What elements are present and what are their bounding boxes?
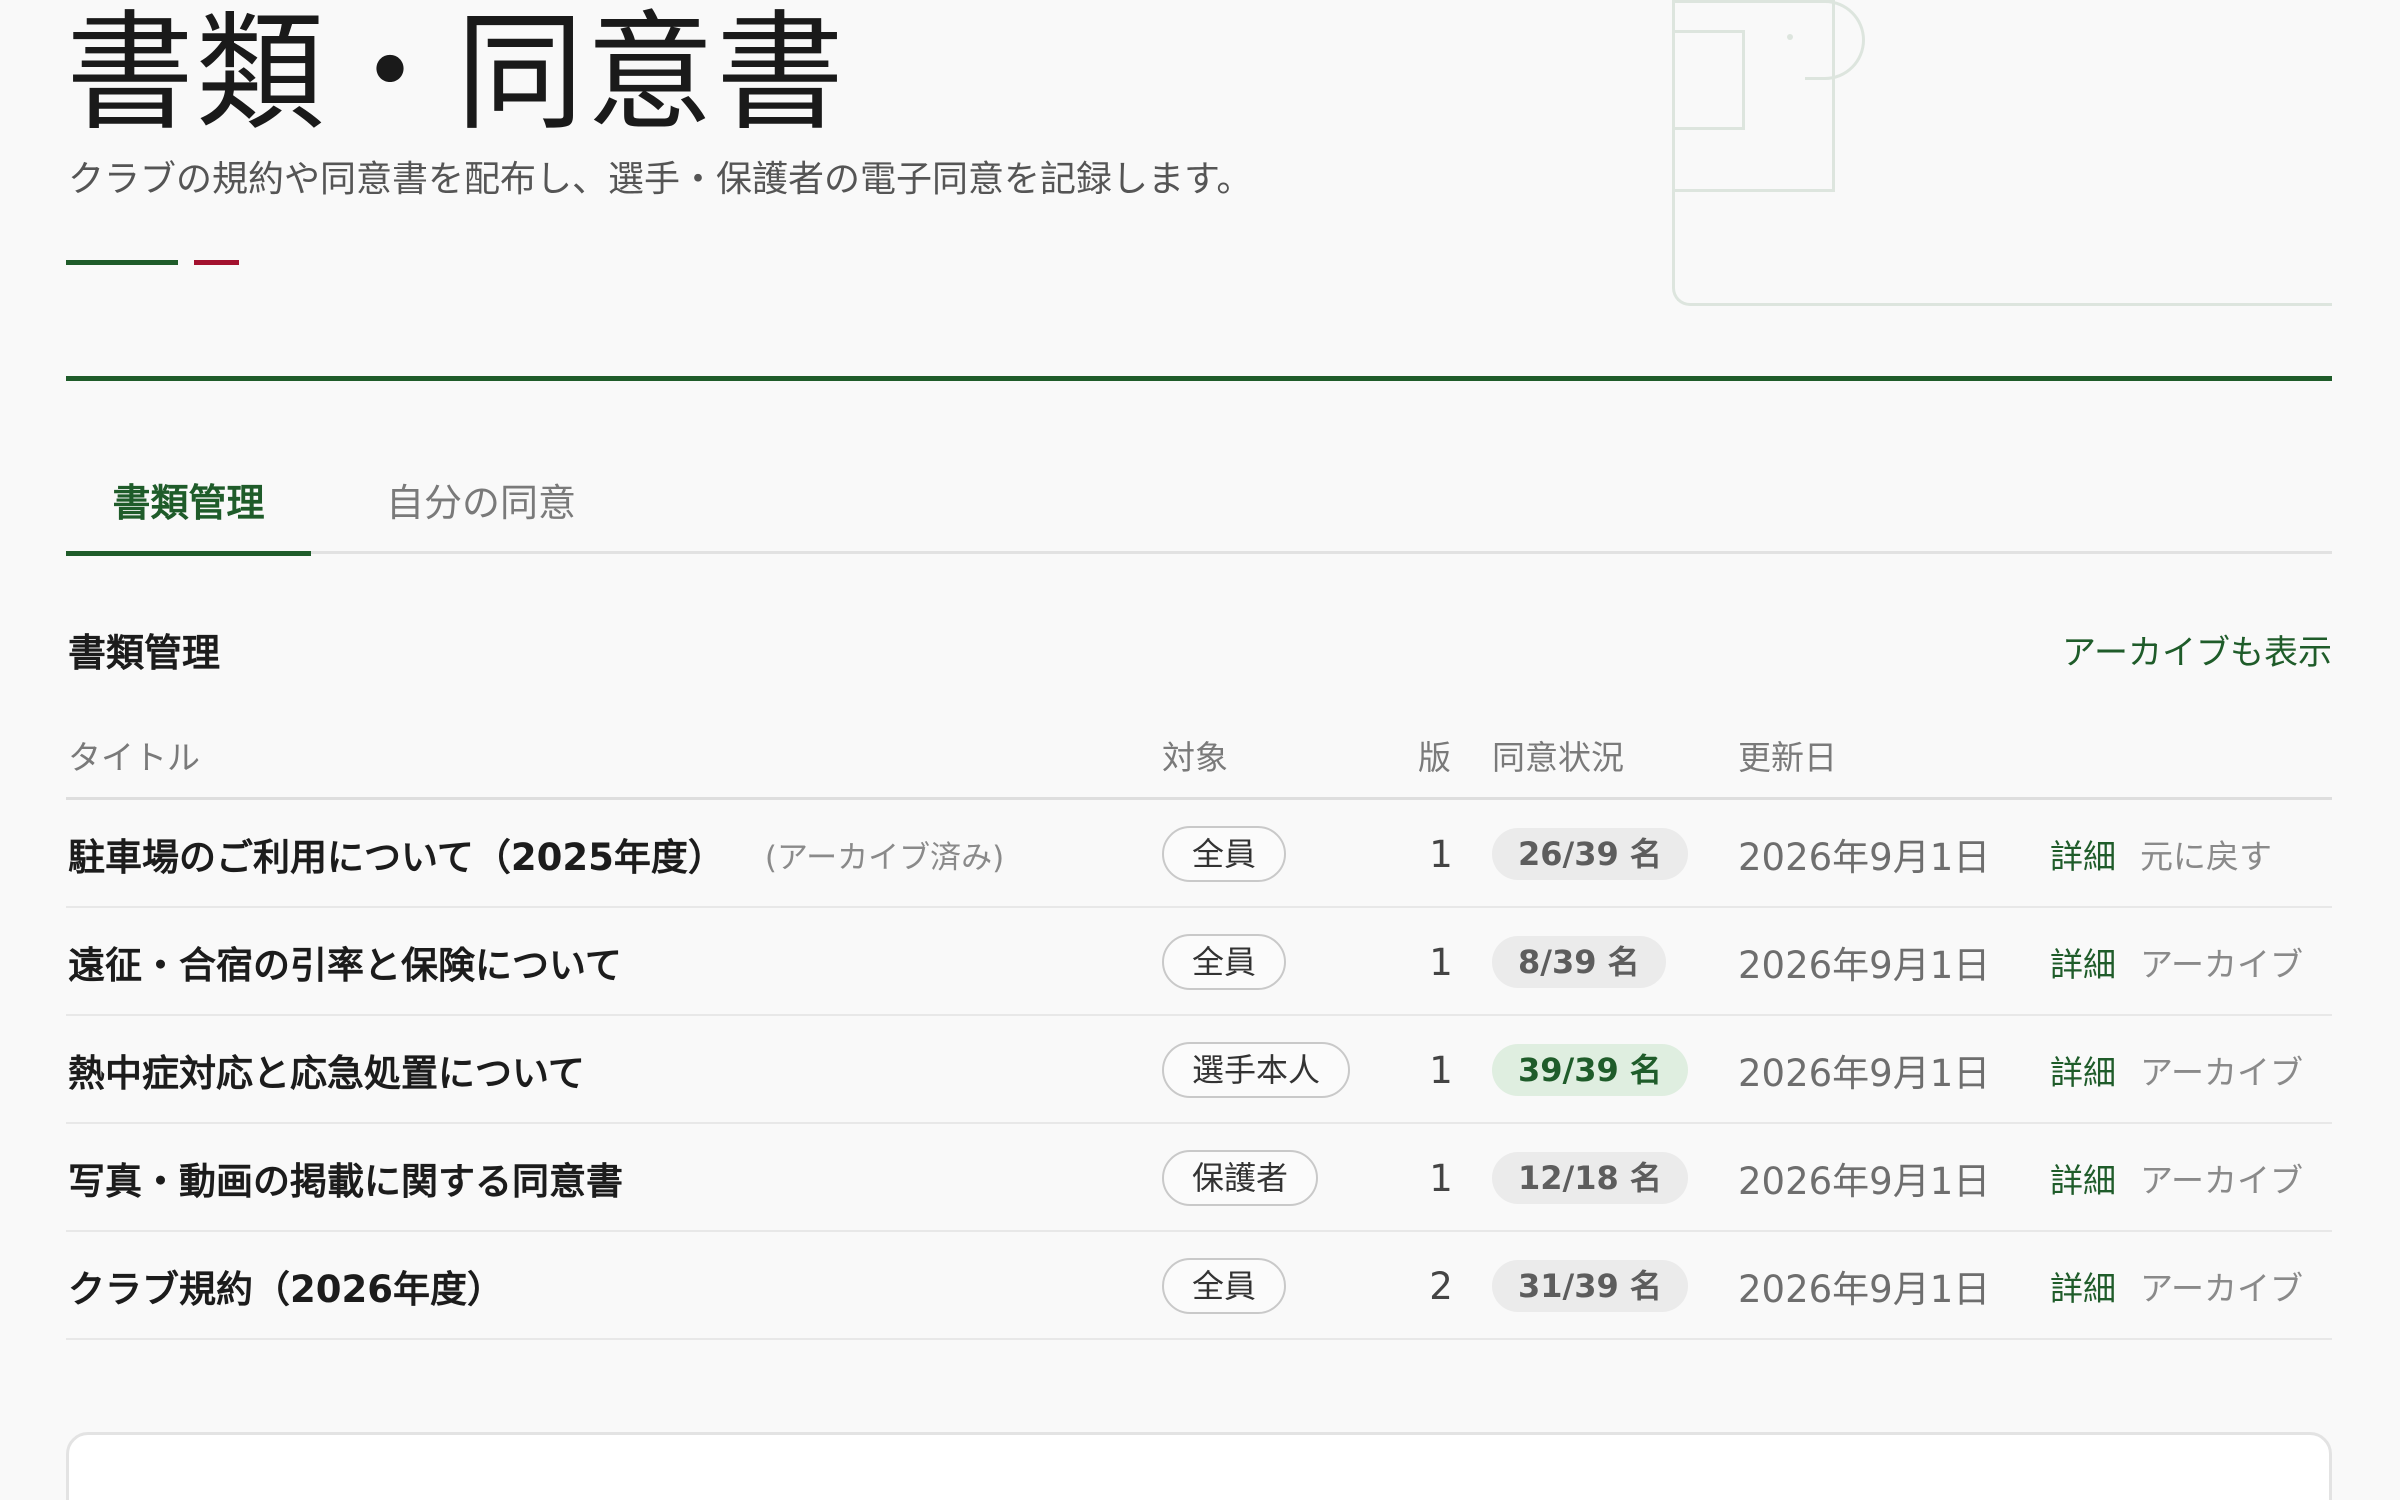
document-title[interactable]: 駐車場のご利用について（2025年度）	[68, 827, 725, 881]
consent-status-badge: 12/18 名	[1492, 1152, 1688, 1204]
detail-link[interactable]: 詳細	[2050, 1232, 2116, 1340]
target-cell: 全員	[1162, 908, 1287, 1016]
tab-document-management[interactable]: 書類管理	[66, 470, 311, 556]
target-badge: 選手本人	[1162, 1042, 1351, 1098]
tab-my-consents[interactable]: 自分の同意	[366, 470, 596, 554]
status-cell: 31/39 名	[1492, 1232, 1688, 1340]
status-cell: 8/39 名	[1492, 908, 1666, 1016]
version-cell: 1	[1429, 1156, 1453, 1200]
document-title-cell: クラブ規約（2026年度）	[68, 1232, 504, 1340]
consent-status-badge: 31/39 名	[1492, 1260, 1688, 1312]
table-row: 写真・動画の掲載に関する同意書 保護者 1 12/18 名 2026年9月1日 …	[66, 1124, 2332, 1232]
document-title-cell: 遠征・合宿の引率と保険について	[68, 908, 622, 1016]
document-title-cell: 熱中症対応と応急処置について	[68, 1016, 585, 1124]
detail-link[interactable]: 詳細	[2050, 1016, 2116, 1124]
column-header-consent-status: 同意状況	[1492, 738, 1624, 777]
updated-date: 2026年9月1日	[1738, 1052, 1991, 1095]
accent-bar-green	[66, 260, 178, 265]
pitch-outline-decoration	[1672, 0, 2332, 306]
version-cell: 1	[1429, 1048, 1453, 1092]
page-title: 書類・同意書	[66, 0, 847, 148]
detail-link[interactable]: 詳細	[2050, 908, 2116, 1016]
table-header: タイトル 対象 版 同意状況 更新日	[66, 728, 2332, 800]
bottom-card	[66, 1432, 2332, 1500]
documents-table: タイトル 対象 版 同意状況 更新日 駐車場のご利用について（2025年度） (…	[66, 728, 2332, 1340]
column-header-title: タイトル	[68, 738, 200, 777]
penalty-arc-decoration	[1805, 0, 1865, 80]
document-title[interactable]: 遠征・合宿の引率と保険について	[68, 935, 622, 989]
table-row: 駐車場のご利用について（2025年度） (アーカイブ済み) 全員 1 26/39…	[66, 800, 2332, 908]
tab-bar: 書類管理 自分の同意	[66, 470, 2332, 556]
consent-status-badge: 8/39 名	[1492, 936, 1666, 988]
target-cell: 全員	[1162, 800, 1287, 908]
document-title-cell: 写真・動画の掲載に関する同意書	[68, 1124, 623, 1232]
target-badge: 保護者	[1162, 1150, 1319, 1206]
status-cell: 26/39 名	[1492, 800, 1688, 908]
consent-status-badge: 26/39 名	[1492, 828, 1688, 880]
archive-link[interactable]: アーカイブ	[2140, 1016, 2303, 1124]
updated-date: 2026年9月1日	[1738, 836, 1991, 879]
version-cell: 1	[1429, 832, 1453, 876]
document-title-cell: 駐車場のご利用について（2025年度） (アーカイブ済み)	[68, 800, 1004, 908]
column-header-target: 対象	[1162, 738, 1228, 777]
goal-box-decoration	[1675, 30, 1745, 130]
column-header-updated: 更新日	[1738, 738, 1837, 777]
archive-link[interactable]: アーカイブ	[2140, 1232, 2303, 1340]
version-cell: 2	[1429, 1264, 1453, 1308]
detail-link[interactable]: 詳細	[2050, 1124, 2116, 1232]
target-cell: 選手本人	[1162, 1016, 1351, 1124]
accent-bar-red	[194, 260, 239, 265]
updated-date: 2026年9月1日	[1738, 1268, 1991, 1311]
penalty-spot-decoration	[1787, 34, 1793, 40]
table-row: 遠征・合宿の引率と保険について 全員 1 8/39 名 2026年9月1日 詳細…	[66, 908, 2332, 1016]
restore-link[interactable]: 元に戻す	[2140, 800, 2272, 908]
status-cell: 12/18 名	[1492, 1124, 1688, 1232]
column-header-version: 版	[1418, 738, 1451, 777]
header-divider	[66, 376, 2332, 381]
target-badge: 全員	[1162, 934, 1287, 990]
document-title[interactable]: 写真・動画の掲載に関する同意書	[68, 1151, 623, 1205]
target-badge: 全員	[1162, 826, 1287, 882]
table-row: クラブ規約（2026年度） 全員 2 31/39 名 2026年9月1日 詳細 …	[66, 1232, 2332, 1340]
table-row: 熱中症対応と応急処置について 選手本人 1 39/39 名 2026年9月1日 …	[66, 1016, 2332, 1124]
document-title[interactable]: クラブ規約（2026年度）	[68, 1259, 504, 1313]
archive-link[interactable]: アーカイブ	[2140, 908, 2303, 1016]
target-cell: 全員	[1162, 1232, 1287, 1340]
version-cell: 1	[1429, 940, 1453, 984]
status-cell: 39/39 名	[1492, 1016, 1688, 1124]
document-title[interactable]: 熱中症対応と応急処置について	[68, 1043, 585, 1097]
updated-date: 2026年9月1日	[1738, 944, 1991, 987]
updated-date: 2026年9月1日	[1738, 1160, 1991, 1203]
consent-status-badge: 39/39 名	[1492, 1044, 1688, 1096]
page-subtitle: クラブの規約や同意書を配布し、選手・保護者の電子同意を記録します。	[68, 159, 1253, 200]
archived-label: (アーカイブ済み)	[764, 839, 1005, 876]
show-archived-link[interactable]: アーカイブも表示	[2062, 628, 2332, 678]
detail-link[interactable]: 詳細	[2050, 800, 2116, 908]
archive-link[interactable]: アーカイブ	[2140, 1124, 2303, 1232]
target-cell: 保護者	[1162, 1124, 1319, 1232]
target-badge: 全員	[1162, 1258, 1287, 1314]
section-title: 書類管理	[68, 631, 221, 675]
page: 書類・同意書 クラブの規約や同意書を配布し、選手・保護者の電子同意を記録します。…	[0, 0, 2400, 1500]
